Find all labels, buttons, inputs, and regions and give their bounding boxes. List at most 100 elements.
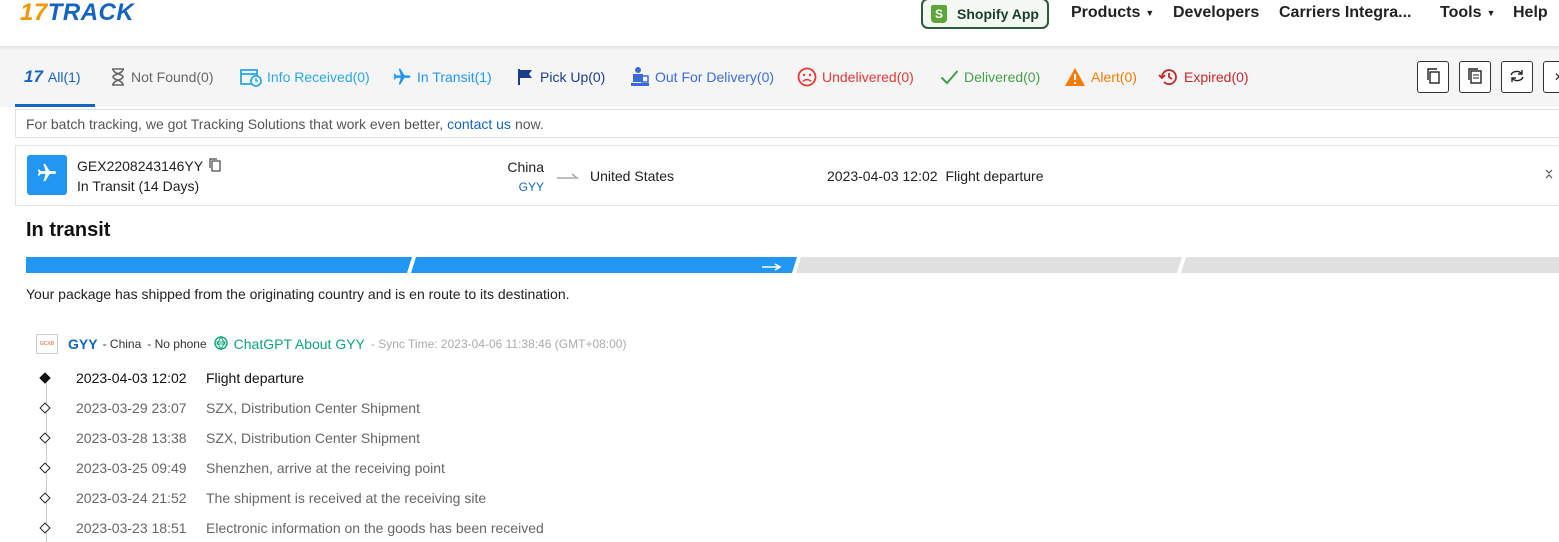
tab-info-received-label: Info Received(0) (267, 68, 370, 85)
chatgpt-icon (213, 335, 229, 354)
status-tab-bar: 17 All(1) Not Found(0) Info Received(0) … (0, 46, 1559, 107)
event-description: Flight departure (206, 370, 305, 386)
sync-time: - Sync Time: 2023-04-06 11:38:46 (GMT+08… (370, 337, 627, 351)
event-description: Shenzhen, arrive at the receiving point (206, 460, 445, 476)
close-all-button[interactable]: ✕ (1543, 61, 1559, 93)
nav-developers-label: Developers (1173, 4, 1260, 21)
carrier-logo: GCXB (36, 334, 58, 354)
document-copy-icon (1468, 67, 1482, 87)
event-description: SZX, Distribution Center Shipment (206, 400, 420, 416)
tab-alert-label: Alert(0) (1091, 68, 1137, 85)
calendar-clock-icon (240, 67, 262, 87)
refresh-icon (1509, 69, 1525, 86)
nav-tools[interactable]: Tools ▼ (1440, 0, 1495, 26)
tab-all[interactable]: 17 All(1) (24, 46, 81, 107)
tab-delivered-label: Delivered(0) (964, 68, 1041, 85)
origin-country: China (507, 159, 544, 175)
nav-products[interactable]: Products ▼ (1071, 0, 1154, 26)
nav-carriers-label: Carriers Integra... (1279, 4, 1412, 21)
event-time: 2023-03-25 09:49 (76, 460, 187, 476)
tab-expired[interactable]: Expired(0) (1158, 46, 1249, 107)
copy-tracking-number-icon[interactable] (209, 158, 221, 177)
event-time: 2023-03-29 23:07 (76, 400, 187, 416)
active-tab-indicator (15, 104, 95, 107)
chevron-down-icon: ▼ (1145, 8, 1155, 18)
check-icon (940, 69, 959, 85)
progress-bar (26, 257, 1559, 273)
tab-not-found-label: Not Found(0) (131, 68, 214, 85)
sad-face-icon (797, 67, 817, 87)
tab-delivered[interactable]: Delivered(0) (940, 46, 1040, 107)
tab-not-found[interactable]: Not Found(0) (110, 46, 213, 107)
carrier-phone: - No phone (147, 337, 207, 351)
nav-tools-label: Tools (1440, 4, 1482, 21)
logo-number: 17 (20, 0, 48, 26)
tab-pick-up[interactable]: Pick Up(0) (517, 46, 605, 107)
destination-country: United States (590, 168, 675, 184)
transit-status-badge (27, 155, 67, 195)
tab-out-for-delivery-label: Out For Delivery(0) (655, 68, 775, 85)
latest-event-time: 2023-04-03 12:02 (827, 168, 938, 184)
timeline-dot (39, 462, 51, 474)
chevron-down-icon: ▼ (1486, 8, 1496, 18)
latest-event: 2023-04-03 12:02 Flight departure (827, 168, 1044, 184)
copy-button[interactable] (1417, 61, 1449, 93)
shipment-summary-row[interactable]: GEX2208243146YY In Transit (14 Days) Chi… (15, 145, 1559, 206)
tab-out-for-delivery[interactable]: Out For Delivery(0) (630, 46, 774, 107)
contact-us-link[interactable]: contact us (447, 116, 511, 132)
top-header: 17 TRACK S Shopify App Products ▼ Develope… (0, 0, 1559, 46)
event-time: 2023-04-03 12:02 (76, 370, 187, 386)
nav-help-label: Help (1513, 4, 1548, 21)
warning-icon (1064, 67, 1086, 87)
timeline-dot (39, 432, 51, 444)
tab-in-transit[interactable]: In Transit(1) (392, 46, 492, 107)
shopify-bag-icon: S (931, 4, 948, 23)
tab-all-label: All(1) (47, 68, 81, 85)
carrier-info-row: GCXB GYY - China - No phone ChatGPT Abou… (36, 333, 626, 355)
origin-carrier-code[interactable]: GYY (476, 180, 544, 194)
chatgpt-label: ChatGPT About GYY (233, 336, 365, 352)
tab-undelivered-label: Undelivered(0) (822, 68, 914, 85)
notice-text: For batch tracking, we got Tracking Solu… (26, 115, 444, 132)
nav-developers[interactable]: Developers (1173, 0, 1259, 26)
shopify-app-button[interactable]: S Shopify App (921, 0, 1049, 29)
tab-alert[interactable]: Alert(0) (1064, 46, 1137, 107)
tab-info-received[interactable]: Info Received(0) (240, 46, 370, 107)
plane-icon (392, 67, 412, 87)
tracking-number: GEX2208243146YY (77, 158, 204, 174)
collapse-icon[interactable] (1545, 168, 1553, 182)
delivery-person-icon (630, 66, 650, 88)
tab-in-transit-label: In Transit(1) (417, 68, 492, 85)
plane-icon (36, 162, 58, 189)
flag-icon (517, 68, 535, 86)
timeline-dot (39, 492, 51, 504)
batch-tracking-notice: For batch tracking, we got Tracking Solu… (15, 109, 1559, 138)
timeline-dot (39, 522, 51, 534)
17-logo-icon: 17 (24, 66, 43, 86)
latest-event-desc: Flight departure (945, 168, 1044, 184)
tab-undelivered[interactable]: Undelivered(0) (797, 46, 914, 107)
nav-carriers-integration[interactable]: Carriers Integra... (1279, 0, 1412, 26)
timeline-dot (39, 402, 51, 414)
shopify-app-label: Shopify App (957, 5, 1039, 22)
history-icon (1158, 67, 1179, 87)
event-time: 2023-03-23 18:51 (76, 520, 187, 536)
tab-expired-label: Expired(0) (1184, 68, 1249, 85)
route-arrow-icon (557, 168, 580, 186)
transit-status-text: In Transit (14 Days) (77, 178, 200, 194)
event-description: SZX, Distribution Center Shipment (206, 430, 420, 446)
event-time: 2023-03-28 13:38 (76, 430, 187, 446)
refresh-button[interactable] (1501, 61, 1533, 93)
status-title: In transit (26, 219, 111, 241)
progress-step-3 (796, 257, 1182, 273)
carrier-country: - China (102, 337, 142, 351)
site-logo[interactable]: 17 TRACK (20, 0, 134, 26)
paste-button[interactable] (1459, 61, 1491, 93)
chatgpt-carrier-link[interactable]: ChatGPT About GYY (213, 335, 365, 354)
hourglass-icon (110, 67, 126, 86)
event-description: Electronic information on the goods has … (206, 520, 544, 536)
notice-text-end: now. (514, 115, 544, 132)
nav-help[interactable]: Help (1513, 0, 1548, 26)
carrier-name[interactable]: GYY (68, 336, 98, 352)
event-description: The shipment is received at the receivin… (206, 490, 487, 506)
